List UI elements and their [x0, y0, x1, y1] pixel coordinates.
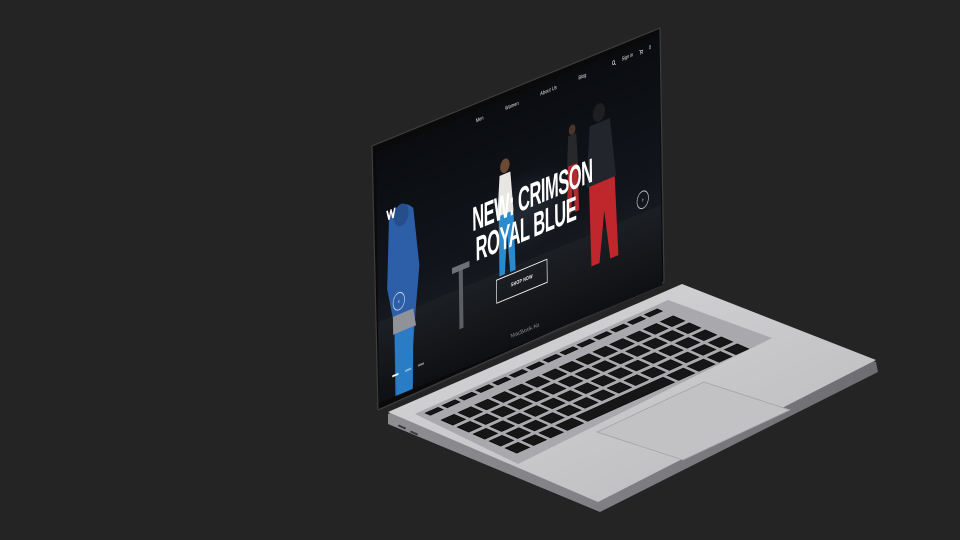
nav-link-women[interactable]: Women	[505, 101, 519, 113]
search-icon[interactable]	[611, 59, 616, 67]
cart-count: 0	[648, 44, 652, 52]
sign-in-link[interactable]: Sign in	[622, 52, 633, 63]
nav-link-men[interactable]: Men	[476, 115, 484, 124]
laptop-display: Men Women About Us Blog Sign in 0 NEW: C…	[0, 0, 960, 540]
arrow-left-icon: ‹	[398, 297, 400, 306]
mockup-stage: Men Women About Us Blog Sign in 0 NEW: C…	[0, 0, 960, 540]
website-screen: Men Women About Us Blog Sign in 0 NEW: C…	[376, 35, 663, 404]
nav-link-about-us[interactable]: About Us	[540, 85, 557, 98]
cart-icon[interactable]	[639, 48, 643, 56]
nav-link-blog[interactable]: Blog	[578, 72, 586, 81]
arrow-right-icon: ›	[641, 195, 644, 204]
